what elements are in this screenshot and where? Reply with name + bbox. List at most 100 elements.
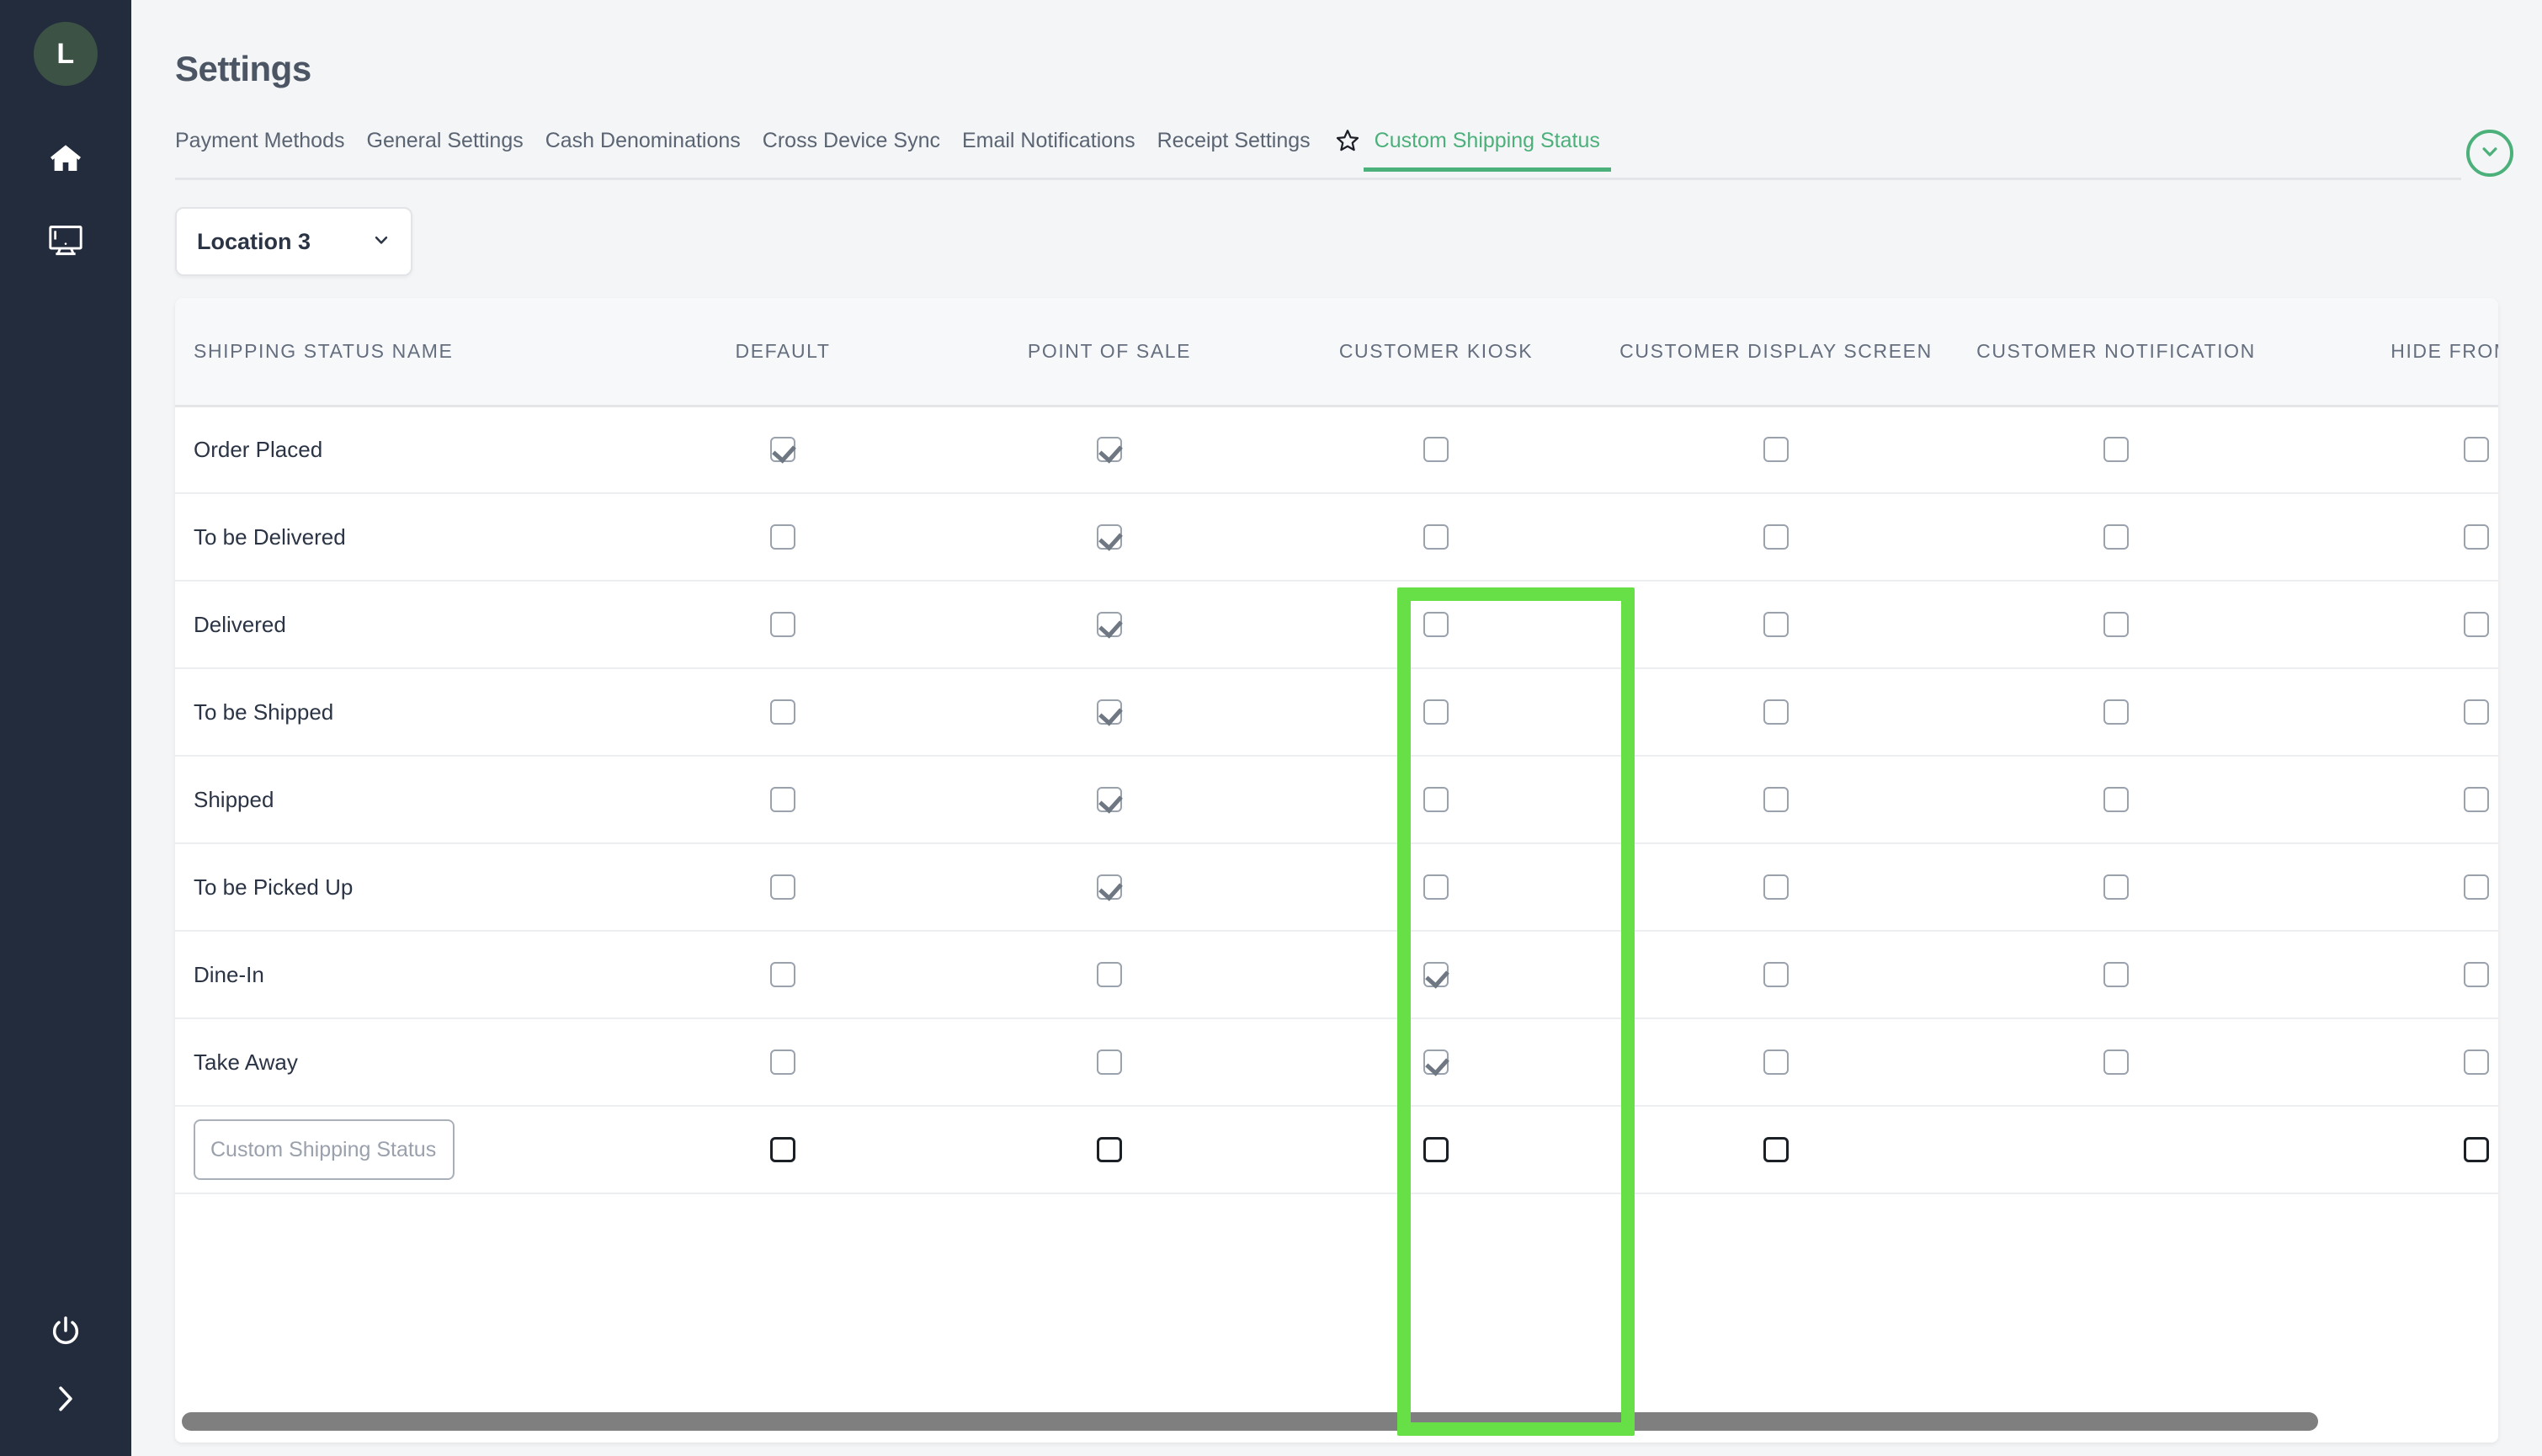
new-checkbox-customer-kiosk[interactable] [1423,1137,1449,1162]
checkbox-customer-notification[interactable] [2103,874,2129,900]
sidebar-bottom-group [0,1298,131,1456]
checkbox-customer-kiosk[interactable] [1423,962,1449,987]
checkbox-customer-display-screen[interactable] [1763,787,1789,812]
home-icon [48,141,83,175]
checkbox-customer-notification[interactable] [2103,524,2129,550]
tab-receipt-settings[interactable]: Receipt Settings [1146,128,1322,172]
checkbox-customer-display-screen[interactable] [1763,962,1789,987]
new-checkbox-customer-display-screen[interactable] [1763,1137,1789,1162]
checkbox-point-of-sale[interactable] [1097,437,1122,463]
favorite-star-button[interactable] [1322,128,1364,176]
cell-customer-kiosk [1266,756,1606,844]
checkbox-hide-from-kds[interactable] [2464,874,2489,900]
checkbox-point-of-sale[interactable] [1097,962,1122,987]
checkbox-hide-from-kds[interactable] [2464,787,2489,812]
checkbox-default[interactable] [770,1049,795,1075]
tab-payment-methods[interactable]: Payment Methods [175,128,356,172]
checkbox-customer-display-screen[interactable] [1763,699,1789,725]
cell-point-of-sale [953,931,1266,1019]
checkbox-hide-from-kds[interactable] [2464,612,2489,637]
checkbox-customer-kiosk[interactable] [1423,612,1449,637]
cell-hide-from-kds [2286,406,2498,494]
checkbox-customer-kiosk[interactable] [1423,874,1449,900]
cell-hide-from-kds [2286,931,2498,1019]
status-name-cell: To be Picked Up [175,843,613,932]
collapse-panel-button[interactable] [2466,130,2513,177]
status-name-cell: To be Shipped [175,668,613,757]
tab-general-settings[interactable]: General Settings [356,128,534,172]
new-checkbox-hide-from-kds[interactable] [2464,1137,2489,1162]
cell-customer-display-screen [1606,756,1946,844]
avatar[interactable]: L [34,22,98,86]
page-title: Settings [175,49,311,88]
checkbox-default[interactable] [770,699,795,725]
cell-default [613,493,953,582]
checkbox-hide-from-kds[interactable] [2464,699,2489,725]
checkbox-customer-notification[interactable] [2103,437,2129,463]
cell-hide-from-kds [2286,1018,2498,1107]
checkbox-customer-kiosk[interactable] [1423,524,1449,550]
cell-customer-notification [1946,931,2286,1019]
checkbox-customer-display-screen[interactable] [1763,437,1789,463]
checkbox-point-of-sale[interactable] [1097,787,1122,812]
cell-customer-display-screen [1606,931,1946,1019]
tab-custom-shipping-status[interactable]: Custom Shipping Status [1363,128,1611,172]
checkbox-customer-kiosk[interactable] [1423,437,1449,463]
new-checkbox-default[interactable] [770,1137,795,1162]
checkbox-customer-notification[interactable] [2103,787,2129,812]
app-root: L Settings Payment Methods General Setti… [0,0,2542,1456]
new-checkbox-point-of-sale[interactable] [1097,1137,1122,1162]
checkbox-point-of-sale[interactable] [1097,1049,1122,1075]
display-screen-icon [47,224,84,258]
cell-point-of-sale [953,843,1266,932]
tab-email-notifications[interactable]: Email Notifications [951,128,1146,172]
custom-shipping-status-input[interactable]: Custom Shipping Status [194,1119,455,1180]
checkbox-customer-notification[interactable] [2103,612,2129,637]
sidebar-item-display-screen[interactable] [0,217,131,264]
sidebar-item-home[interactable] [0,135,131,182]
cell-point-of-sale [953,493,1266,582]
cell-customer-notification [1946,493,2286,582]
checkbox-customer-kiosk[interactable] [1423,787,1449,812]
checkbox-default[interactable] [770,437,795,463]
checkbox-customer-notification[interactable] [2103,962,2129,987]
checkbox-hide-from-kds[interactable] [2464,437,2489,463]
cell-default [613,1018,953,1107]
checkbox-customer-notification[interactable] [2103,699,2129,725]
tab-cash-denominations[interactable]: Cash Denominations [534,128,752,172]
checkbox-point-of-sale[interactable] [1097,699,1122,725]
tab-cross-device-sync[interactable]: Cross Device Sync [752,128,951,172]
checkbox-point-of-sale[interactable] [1097,874,1122,900]
checkbox-hide-from-kds[interactable] [2464,962,2489,987]
checkbox-customer-display-screen[interactable] [1763,612,1789,637]
checkbox-customer-display-screen[interactable] [1763,524,1789,550]
new-cell-customer-notification [1946,1106,2286,1194]
checkbox-point-of-sale[interactable] [1097,524,1122,550]
checkbox-customer-display-screen[interactable] [1763,1049,1789,1075]
cell-hide-from-kds [2286,756,2498,844]
checkbox-default[interactable] [770,612,795,637]
checkbox-hide-from-kds[interactable] [2464,524,2489,550]
cell-point-of-sale [953,1018,1266,1107]
chevron-down-icon [2477,139,2502,168]
column-header-default: DEFAULT [613,298,953,407]
shipping-status-table: SHIPPING STATUS NAME DEFAULT POINT OF SA… [175,298,2498,1194]
checkbox-customer-notification[interactable] [2103,1049,2129,1075]
checkbox-default[interactable] [770,524,795,550]
sidebar-item-power[interactable] [0,1298,131,1365]
checkbox-customer-display-screen[interactable] [1763,874,1789,900]
horizontal-scrollbar[interactable] [182,1412,2318,1431]
checkbox-customer-kiosk[interactable] [1423,1049,1449,1075]
checkbox-default[interactable] [770,874,795,900]
location-select[interactable]: Location 3 [175,207,412,276]
cell-point-of-sale [953,668,1266,757]
checkbox-hide-from-kds[interactable] [2464,1049,2489,1075]
checkbox-default[interactable] [770,787,795,812]
cell-default [613,756,953,844]
table-row: To be Picked Up [175,843,2498,932]
new-cell-default [613,1106,953,1194]
checkbox-point-of-sale[interactable] [1097,612,1122,637]
checkbox-default[interactable] [770,962,795,987]
checkbox-customer-kiosk[interactable] [1423,699,1449,725]
sidebar-expand-button[interactable] [0,1365,131,1432]
